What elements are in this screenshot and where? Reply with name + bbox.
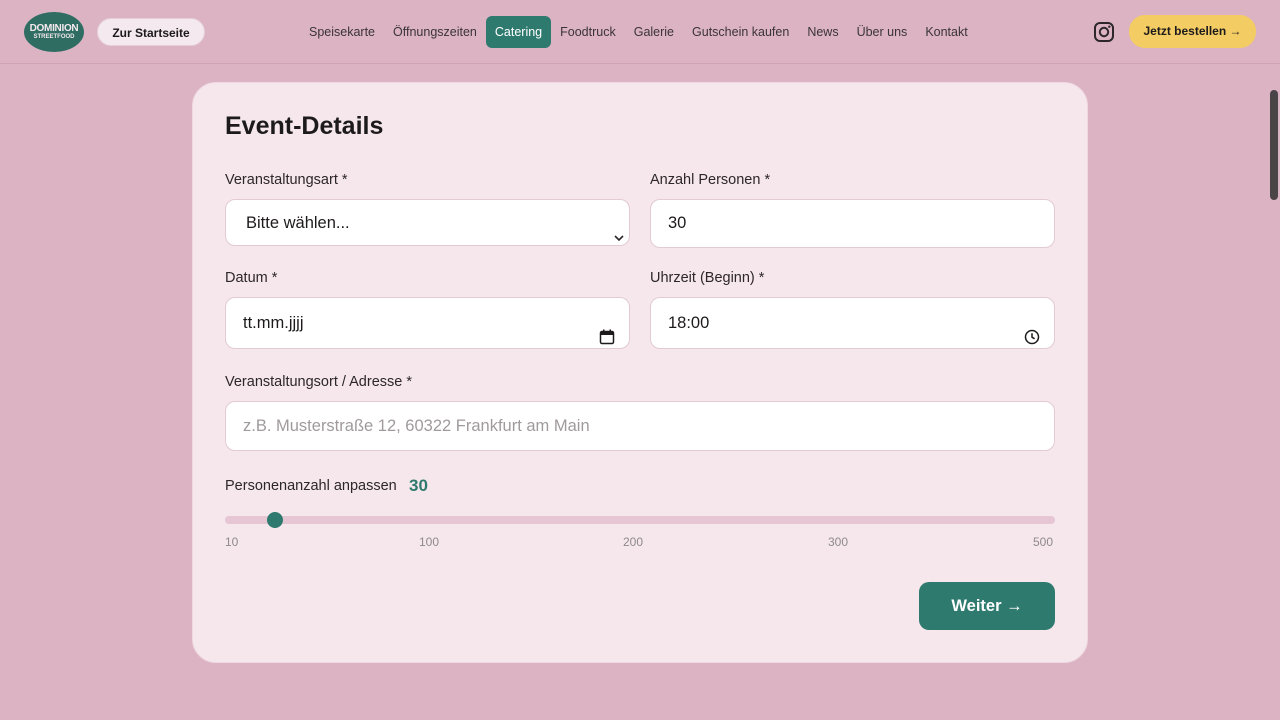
site-header: DOMINION STREETFOOD Zur Startseite Speis… [0, 0, 1280, 64]
nav-item-catering[interactable]: Catering [485, 16, 552, 48]
event-type-value: Bitte wählen... [246, 214, 350, 232]
nav-item-galerie[interactable]: Galerie [625, 16, 683, 48]
nav-item-news[interactable]: News [798, 16, 847, 48]
location-placeholder: z.B. Musterstraße 12, 60322 Frankfurt am… [243, 417, 590, 435]
chevron-down-icon [613, 216, 625, 242]
slider-thumb[interactable] [267, 512, 283, 528]
time-label: Uhrzeit (Beginn) * [650, 270, 765, 286]
persons-slider[interactable] [225, 512, 1055, 528]
slider-tick-500: 500 [1033, 535, 1054, 549]
logo-text: DOMINION [29, 23, 79, 34]
slider-label: Personenanzahl anpassen [225, 478, 397, 494]
date-label: Datum * [225, 270, 278, 286]
nav-item-kontakt[interactable]: Kontakt [916, 16, 976, 48]
date-value: tt.mm.jjjj [243, 314, 304, 332]
logo-subtext: STREETFOOD [33, 34, 75, 40]
instagram-icon[interactable] [1092, 20, 1116, 44]
main-nav: Speisekarte Öffnungszeiten Catering Food… [300, 16, 977, 48]
scrollbar-thumb[interactable] [1270, 90, 1278, 200]
form-title: Event-Details [225, 112, 384, 140]
slider-tick-300: 300 [828, 535, 849, 549]
slider-tick-100: 100 [419, 535, 440, 549]
persons-input[interactable]: 30 [650, 199, 1055, 248]
next-button[interactable]: Weiter → [919, 582, 1055, 630]
slider-value: 30 [409, 476, 428, 495]
order-button[interactable]: Jetzt bestellen → [1129, 15, 1256, 48]
event-details-card [192, 82, 1088, 663]
slider-tick-10: 10 [225, 535, 239, 549]
clock-icon[interactable] [1024, 315, 1040, 345]
home-button[interactable]: Zur Startseite [97, 18, 205, 46]
location-input[interactable]: z.B. Musterstraße 12, 60322 Frankfurt am… [225, 401, 1055, 451]
persons-value: 30 [668, 214, 687, 232]
date-input[interactable]: tt.mm.jjjj [225, 297, 630, 349]
nav-item-gutschein[interactable]: Gutschein kaufen [683, 16, 798, 48]
time-input[interactable]: 18:00 [650, 297, 1055, 349]
time-value: 18:00 [668, 314, 710, 332]
nav-item-oeffnungszeiten[interactable]: Öffnungszeiten [384, 16, 486, 48]
nav-item-foodtruck[interactable]: Foodtruck [551, 16, 625, 48]
event-type-label: Veranstaltungsart * [225, 172, 348, 188]
nav-item-speisekarte[interactable]: Speisekarte [300, 16, 384, 48]
calendar-icon[interactable] [599, 315, 615, 345]
slider-tick-200: 200 [623, 535, 644, 549]
event-type-select[interactable]: Bitte wählen... [225, 199, 630, 246]
brand-logo[interactable]: DOMINION STREETFOOD [24, 12, 84, 52]
persons-label: Anzahl Personen * [650, 172, 771, 188]
nav-item-ueber-uns[interactable]: Über uns [848, 16, 917, 48]
location-label: Veranstaltungsort / Adresse * [225, 374, 412, 390]
